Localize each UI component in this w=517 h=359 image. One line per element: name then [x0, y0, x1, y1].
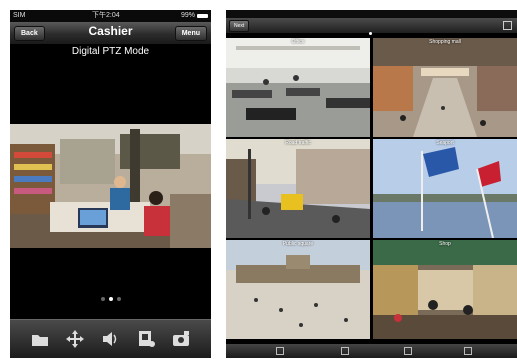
camera-tile-office[interactable]: Office: [226, 38, 370, 137]
camera-label: Seaport: [436, 140, 454, 146]
camera-tile-shopping-mall[interactable]: Shopping mall: [373, 38, 517, 137]
record-icon[interactable]: [136, 329, 156, 349]
multi-view-screen: Next Office Shopping mall Road traffic S…: [226, 10, 517, 358]
play-icon[interactable]: [464, 347, 472, 355]
page-dot: [100, 297, 105, 301]
camera-video-feed[interactable]: [10, 124, 211, 248]
menu-button[interactable]: Menu: [174, 26, 207, 41]
road-traffic-image: [226, 139, 370, 238]
camera-label: Office: [291, 39, 305, 45]
nav-bar: Next: [226, 18, 517, 33]
fullscreen-icon[interactable]: [503, 21, 512, 30]
camera-tile-road-traffic[interactable]: Road traffic: [226, 139, 370, 238]
camera-tile-public-square[interactable]: Public square: [226, 240, 370, 339]
status-bar: [226, 10, 517, 18]
bottom-toolbar: [226, 344, 517, 358]
seaport-image: [373, 139, 517, 238]
camera-tile-seaport[interactable]: Seaport: [373, 139, 517, 238]
camera-label: Shop: [439, 241, 451, 247]
mode-label: Digital PTZ Mode: [71, 46, 150, 57]
store-scene-image: [10, 124, 211, 248]
camera-label: Shopping mall: [429, 39, 461, 45]
snapshot-icon[interactable]: [171, 329, 191, 349]
camera-grid: Office Shopping mall Road traffic Seapor…: [226, 36, 517, 341]
folder-icon[interactable]: [30, 329, 50, 349]
shop-image: [373, 240, 517, 339]
play-icon[interactable]: [341, 347, 349, 355]
grid-icon[interactable]: [276, 347, 284, 355]
camera-tile-shop[interactable]: Shop: [373, 240, 517, 339]
play-icon[interactable]: [404, 347, 412, 355]
bottom-toolbar: [10, 319, 211, 358]
camera-label: Road traffic: [285, 140, 311, 146]
next-button[interactable]: Next: [229, 20, 250, 32]
single-view-screen: SIM 下午2:04 99% Back Cashier Menu Digital…: [10, 10, 211, 358]
page-dot-active: [108, 297, 113, 301]
shopping-mall-image: [373, 38, 517, 137]
status-bar: SIM 下午2:04 99%: [10, 10, 211, 22]
page-indicator[interactable]: [10, 288, 211, 301]
office-image: [226, 38, 370, 137]
audio-icon[interactable]: [100, 329, 120, 349]
page-dot: [116, 297, 121, 301]
battery-icon: [197, 14, 208, 18]
clock-text: 下午2:04: [92, 12, 120, 19]
carrier-text: SIM: [13, 12, 26, 19]
camera-label: Public square: [282, 241, 314, 247]
ptz-move-icon[interactable]: [65, 329, 85, 349]
public-square-image: [226, 240, 370, 339]
page-dot-active: [369, 32, 372, 35]
battery-text: 99%: [180, 12, 195, 19]
nav-bar: Back Cashier Menu: [10, 22, 211, 45]
